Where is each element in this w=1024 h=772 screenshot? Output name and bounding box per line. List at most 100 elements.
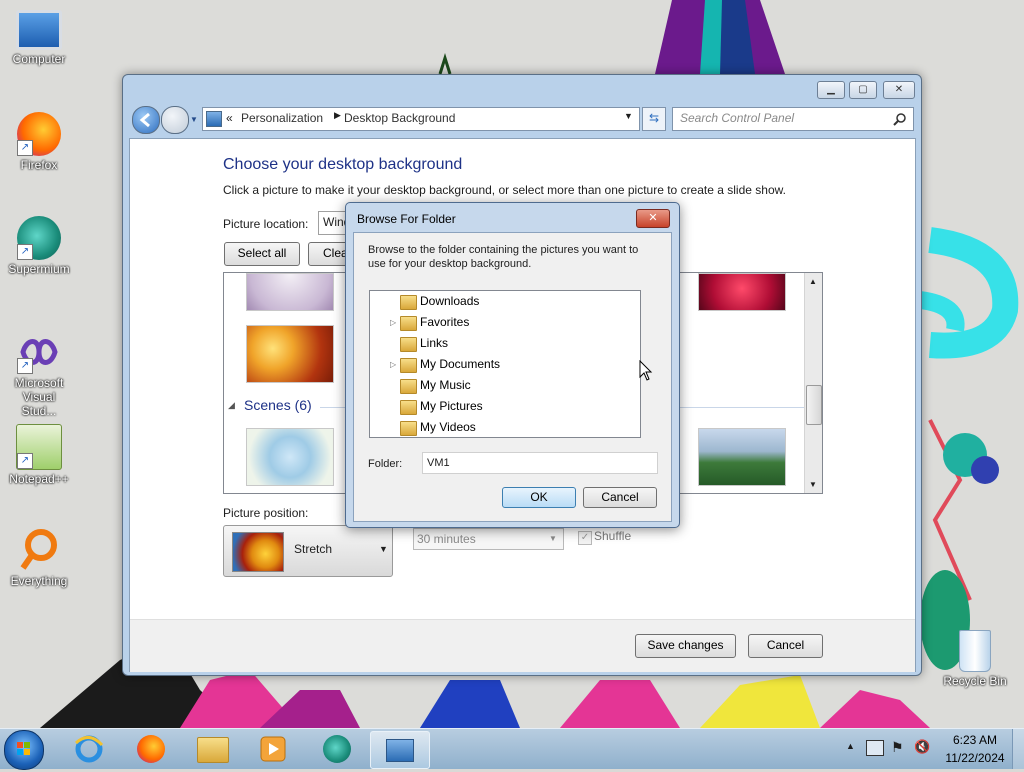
mouse-cursor-icon [639, 360, 653, 381]
desktop-icon-notepadpp[interactable]: ↗ Notepad++ [4, 424, 74, 486]
cancel-button[interactable]: Cancel [748, 634, 823, 658]
picture-position-select[interactable]: Stretch ▼ [223, 525, 393, 577]
desktop-icon-visual-studio[interactable]: ↗ Microsoft Visual Stud... [4, 330, 74, 418]
desktop-icon-recycle-bin[interactable]: Recycle Bin [940, 630, 1010, 688]
search-input[interactable]: Search Control Panel [672, 107, 914, 131]
folder-icon [197, 737, 229, 763]
control-panel-icon [386, 739, 414, 762]
tree-item-label: My Documents [420, 357, 501, 371]
show-hidden-icons-icon[interactable]: ▲ [846, 741, 855, 751]
folder-icon [400, 337, 417, 352]
collapse-group-icon[interactable]: ◢ [228, 400, 235, 411]
close-button[interactable]: ✕ [883, 81, 915, 99]
tree-item-label: My Pictures [420, 399, 483, 413]
wallpaper-thumbnail[interactable] [246, 325, 334, 383]
refresh-button[interactable]: ⇆ [642, 107, 666, 131]
windows-logo-icon [17, 742, 30, 755]
clock-time[interactable]: 6:23 AM [944, 733, 1006, 747]
internet-explorer-icon [74, 735, 104, 763]
desktop-icon-supermium[interactable]: ↗ Supermium [4, 216, 74, 276]
maximize-button[interactable]: ▢ [849, 81, 877, 99]
tree-item-my-documents[interactable]: ▷ My Documents [370, 354, 638, 375]
save-changes-button[interactable]: Save changes [635, 634, 736, 658]
folder-tree[interactable]: Downloads ▷ Favorites Links ▷ My Documen… [369, 290, 641, 438]
dialog-cancel-button[interactable]: Cancel [583, 487, 657, 508]
search-placeholder: Search Control Panel [680, 111, 795, 125]
minimize-button[interactable]: ▁ [817, 81, 845, 99]
recent-pages-chevron-icon[interactable]: ▼ [190, 115, 198, 124]
visual-studio-icon: ↗ [17, 330, 61, 374]
tree-item-my-music[interactable]: My Music [370, 375, 638, 396]
taskbar: ▲ ⚑ 🔇 6:23 AM 11/22/2024 [0, 728, 1024, 770]
desktop-icon-label: Computer [12, 52, 66, 66]
scroll-thumb[interactable] [806, 385, 822, 425]
network-icon[interactable] [866, 740, 884, 756]
folder-input[interactable]: VM1 [422, 452, 658, 474]
folder-label: Folder: [368, 458, 403, 470]
tree-item-my-videos[interactable]: My Videos [370, 417, 638, 437]
folder-icon [400, 358, 417, 373]
wallpaper-thumbnail[interactable] [246, 273, 334, 311]
picture-position-label: Picture position: [223, 506, 309, 520]
notepadpp-icon: ↗ [16, 424, 62, 470]
dialog-instructions: Browse to the folder containing the pict… [368, 244, 639, 270]
select-all-button[interactable]: Select all [224, 242, 300, 266]
dropdown-arrow-icon: ▼ [379, 544, 388, 554]
desktop-icon-label: Microsoft Visual Stud... [14, 376, 64, 418]
expand-arrow-icon[interactable]: ▷ [390, 312, 396, 333]
taskbar-supermium[interactable] [310, 731, 364, 767]
action-center-flag-icon[interactable]: ⚑ [891, 739, 904, 756]
breadcrumb-separator-icon: ▶ [334, 110, 341, 120]
taskbar-internet-explorer[interactable] [62, 731, 116, 767]
shortcut-arrow-icon: ↗ [17, 358, 33, 374]
breadcrumb-desktop-background[interactable]: Desktop Background [344, 111, 455, 125]
tree-item-favorites[interactable]: ▷ Favorites [370, 312, 638, 333]
wallpaper-thumbnail[interactable] [698, 428, 786, 486]
search-icon[interactable] [893, 112, 907, 126]
wallpaper-thumbnail[interactable] [698, 273, 786, 311]
gallery-scrollbar[interactable]: ▲ ▼ [804, 273, 822, 493]
start-button[interactable] [4, 730, 44, 770]
breadcrumb-personalization[interactable]: Personalization [241, 111, 323, 125]
desktop-icon-label: Supermium [8, 262, 70, 276]
dialog-body: Browse to the folder containing the pict… [353, 232, 672, 522]
scenes-group-header[interactable]: Scenes (6) [244, 397, 312, 413]
page-title: Choose your desktop background [223, 156, 463, 173]
desktop-icon-firefox[interactable]: ↗ Firefox [4, 112, 74, 172]
taskbar-firefox[interactable] [124, 731, 178, 767]
supermium-icon [323, 735, 351, 763]
show-desktop-button[interactable] [1012, 729, 1024, 769]
back-button[interactable] [132, 106, 160, 134]
taskbar-control-panel-active[interactable] [370, 731, 430, 769]
dialog-title: Browse For Folder [357, 212, 456, 226]
clock-date[interactable]: 11/22/2024 [944, 751, 1006, 765]
breadcrumb-overflow[interactable]: « [226, 111, 233, 125]
folder-icon [400, 400, 417, 415]
address-dropdown-icon[interactable]: ▼ [624, 111, 633, 121]
tree-item-label: Downloads [420, 294, 480, 308]
expand-arrow-icon[interactable]: ▷ [390, 354, 396, 375]
everything-icon [17, 528, 61, 572]
desktop-icon-label: Firefox [20, 158, 58, 172]
dialog-close-button[interactable]: ✕ [636, 209, 670, 228]
picture-location-label: Picture location: [223, 217, 309, 231]
desktop-icon-everything[interactable]: Everything [4, 528, 74, 588]
forward-button[interactable] [161, 106, 189, 134]
desktop-icon-label: Recycle Bin [943, 674, 1007, 688]
shortcut-arrow-icon: ↗ [17, 140, 33, 156]
ok-button[interactable]: OK [502, 487, 576, 508]
tree-item-downloads[interactable]: Downloads [370, 291, 638, 312]
scroll-down-icon[interactable]: ▼ [809, 480, 817, 489]
tree-item-label: My Videos [420, 420, 476, 434]
taskbar-explorer[interactable] [186, 731, 240, 767]
tree-item-my-pictures[interactable]: My Pictures [370, 396, 638, 417]
back-arrow-icon [139, 112, 150, 128]
desktop-icon-computer[interactable]: Computer [4, 10, 74, 66]
taskbar-media-player[interactable] [246, 731, 300, 767]
scroll-up-icon[interactable]: ▲ [809, 277, 817, 286]
position-preview-icon [232, 532, 284, 572]
wallpaper-thumbnail[interactable] [246, 428, 334, 486]
address-bar[interactable]: « Personalization ▶ Desktop Background ▼ [202, 107, 640, 131]
tree-item-links[interactable]: Links [370, 333, 638, 354]
volume-muted-icon[interactable]: 🔇 [914, 739, 930, 755]
